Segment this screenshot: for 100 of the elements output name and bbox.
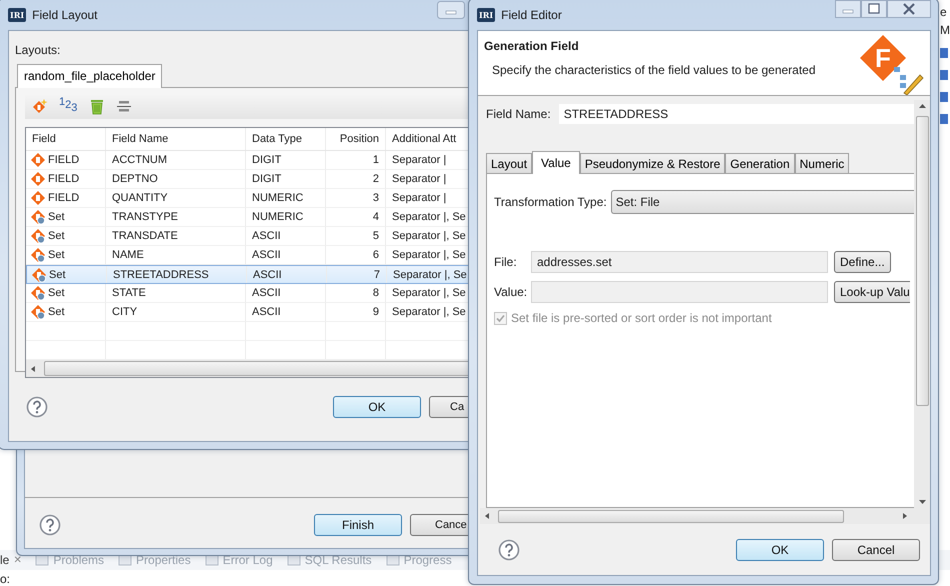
transformation-type-dropdown[interactable]: Set: File xyxy=(610,190,914,214)
field-type-cell: Set xyxy=(48,306,65,318)
dialog-button[interactable]: Finish xyxy=(314,514,402,536)
data-type-cell: ASCII xyxy=(252,306,281,318)
layouts-label: Layouts: xyxy=(15,43,62,57)
dialog-button[interactable]: OK xyxy=(333,396,421,418)
data-type-cell: DIGIT xyxy=(252,154,282,166)
set-diamond-icon xyxy=(31,266,47,282)
field-type-cell: Set xyxy=(49,268,66,280)
numbering-tool[interactable]: 123 xyxy=(59,98,79,116)
position-cell: 7 xyxy=(374,268,380,280)
vertical-scrollbar[interactable] xyxy=(914,100,930,508)
column-header[interactable]: Data Type xyxy=(246,128,326,150)
scrollbar-thumb[interactable] xyxy=(44,361,471,376)
window-title: Field Layout xyxy=(32,8,98,22)
app-logo: IRI xyxy=(477,8,496,22)
dialog-button[interactable]: Cancel xyxy=(832,539,920,561)
field-type-cell: FIELD xyxy=(48,173,80,185)
data-type-cell: ASCII xyxy=(252,230,281,242)
field-name-cell: TRANSTYPE xyxy=(112,211,178,223)
transformation-type-label: Transformation Type: xyxy=(494,195,607,209)
field-name-cell: DEPTNO xyxy=(112,173,158,185)
look-up-button[interactable]: Look-up Valu xyxy=(834,281,910,303)
field-name-cell: STATE xyxy=(112,287,146,299)
position-cell: 3 xyxy=(372,192,379,204)
dialog-button[interactable]: OK xyxy=(736,539,824,561)
view-tab[interactable]: le xyxy=(0,553,10,567)
field-name-label: Field Name: xyxy=(486,107,551,121)
diamond-icon xyxy=(30,171,46,187)
attributes-cell: Separator |, Se xyxy=(392,306,466,318)
diamond-icon xyxy=(30,152,46,168)
editor-tab[interactable]: Generation xyxy=(725,153,795,173)
view-icon xyxy=(35,554,50,566)
file-tab[interactable]: random_file_placeholder xyxy=(17,64,162,88)
page-heading: Generation Field xyxy=(484,39,580,53)
tile-icon xyxy=(940,114,948,124)
field-name-cell: ACCTNUM xyxy=(112,154,167,166)
attributes-cell: Separator |, Se xyxy=(392,287,466,299)
attributes-cell: Separator |, Se xyxy=(392,211,466,223)
field-type-cell: FIELD xyxy=(48,192,80,204)
scrollbar-thumb[interactable] xyxy=(498,510,844,522)
field-type-cell: Set xyxy=(48,211,65,223)
field-type-cell: FIELD xyxy=(48,154,80,166)
trash-icon[interactable] xyxy=(89,98,105,116)
selected-row[interactable]: Set STREETADDRESS ASCII 7 Separator |, Se xyxy=(26,265,471,284)
attributes-cell: Separator |, Se xyxy=(393,268,467,280)
diamond-icon xyxy=(30,190,46,206)
window-title: Field Editor xyxy=(501,8,562,22)
position-cell: 9 xyxy=(372,306,379,318)
set-diamond-icon xyxy=(30,228,46,244)
help-icon[interactable] xyxy=(498,539,520,561)
data-type-cell: ASCII xyxy=(252,287,281,299)
checkbox-label: Set file is pre-sorted or sort order is not important xyxy=(511,311,772,325)
position-cell: 6 xyxy=(372,249,379,261)
position-cell: 1 xyxy=(372,154,379,166)
attributes-cell: Separator |, Se xyxy=(392,230,466,242)
field-type-cell: Set xyxy=(48,287,65,299)
scrollbar-thumb[interactable] xyxy=(916,116,928,406)
background-text: o: xyxy=(0,572,10,586)
attributes-cell: Separator | xyxy=(392,192,446,204)
attributes-cell: Separator | xyxy=(392,154,446,166)
help-icon[interactable] xyxy=(39,514,61,536)
field-name-cell: QUANTITY xyxy=(112,192,168,204)
field-name-cell: CITY xyxy=(112,306,138,318)
column-header[interactable]: Field xyxy=(26,128,106,150)
maximize-icon[interactable] xyxy=(861,0,887,18)
horizontal-scrollbar[interactable] xyxy=(480,508,930,524)
minimize-icon[interactable] xyxy=(437,1,465,19)
tile-icon xyxy=(940,70,948,80)
value-input[interactable] xyxy=(531,281,828,303)
view-icon xyxy=(286,554,301,566)
column-header[interactable]: Field Name xyxy=(106,128,246,150)
add-field-icon[interactable] xyxy=(31,98,49,116)
column-header[interactable]: Position xyxy=(326,128,386,150)
editor-tab[interactable]: Pseudonymize & Restore xyxy=(580,153,726,173)
field-name-input[interactable]: STREETADDRESS xyxy=(558,104,914,124)
editor-tab[interactable]: Value xyxy=(532,151,580,174)
background-text: M xyxy=(940,24,950,36)
attributes-cell: Separator | xyxy=(392,173,446,185)
set-diamond-icon xyxy=(30,304,46,320)
field-name-cell: STREETADDRESS xyxy=(113,268,209,280)
file-input[interactable]: addresses.set xyxy=(531,251,828,273)
editor-tab[interactable]: Numeric xyxy=(794,153,850,173)
data-type-cell: ASCII xyxy=(253,268,282,280)
value-label: Value: xyxy=(494,285,527,299)
page-description: Specify the characteristics of the field values to be generated xyxy=(491,63,817,77)
close-icon[interactable] xyxy=(887,0,931,18)
fixed-delimited-icon[interactable] xyxy=(115,100,133,114)
position-cell: 4 xyxy=(372,211,379,223)
horizontal-scrollbar[interactable] xyxy=(26,360,471,377)
set-diamond-icon xyxy=(30,209,46,225)
editor-tab[interactable]: Layout xyxy=(486,153,532,173)
set-diamond-icon xyxy=(30,285,46,301)
help-icon[interactable] xyxy=(26,396,48,418)
data-type-cell: NUMERIC xyxy=(252,211,304,223)
define-button[interactable]: Define... xyxy=(834,251,891,273)
attributes-cell: Separator |, Se xyxy=(392,249,466,261)
position-cell: 8 xyxy=(372,287,379,299)
field-name-cell: TRANSDATE xyxy=(112,230,178,242)
data-type-cell: ASCII xyxy=(252,249,281,261)
